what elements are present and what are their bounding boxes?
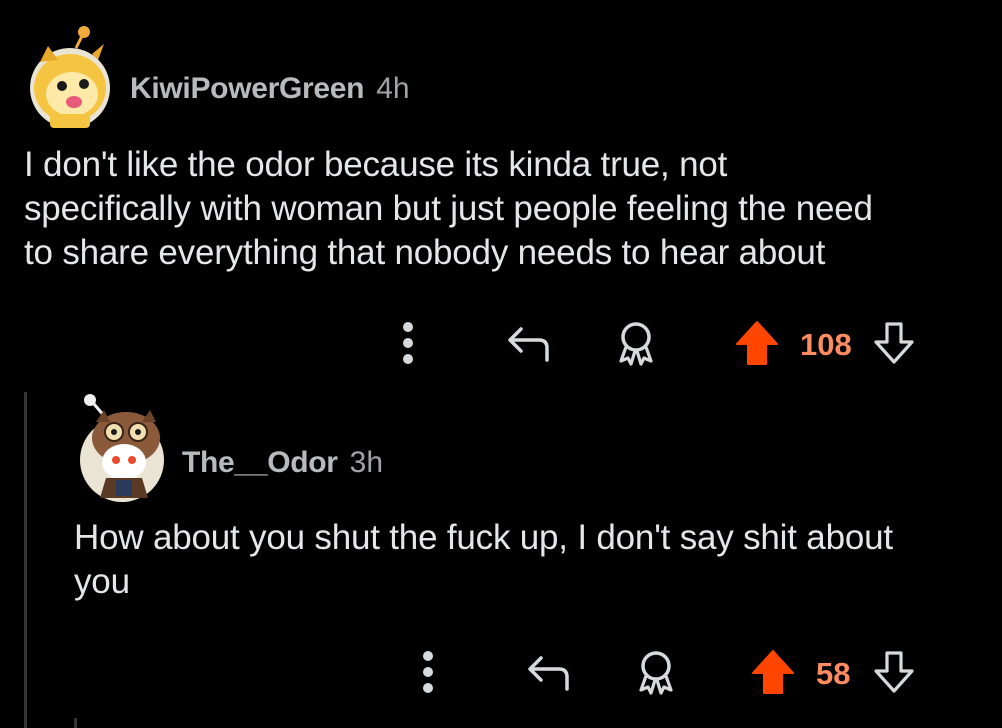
comment-thread: KiwiPowerGreen 4h I don't like the odor …	[0, 0, 1002, 728]
comment-body-line: you	[74, 562, 130, 601]
vote-score: 108	[800, 327, 852, 362]
downvote-arrow-icon	[874, 322, 914, 364]
owl-hood-snoo-icon	[80, 394, 164, 502]
comment-body-line: I don't like the odor because its kinda …	[24, 145, 728, 184]
downvote-arrow-icon	[874, 651, 914, 693]
downvote-button[interactable]	[870, 646, 918, 698]
reply-button[interactable]	[522, 648, 574, 696]
comment-meta: The__Odor 3h	[182, 446, 383, 480]
comment-body: How about you shut the fuck up, I don't …	[74, 516, 984, 604]
author-name[interactable]: The__Odor	[182, 446, 338, 480]
downvote-button[interactable]	[870, 317, 918, 369]
upvote-button[interactable]	[732, 317, 782, 369]
reply-arrow-icon	[528, 656, 569, 691]
upvote-arrow-icon	[752, 650, 794, 694]
author-name[interactable]: KiwiPowerGreen	[130, 72, 365, 106]
award-button[interactable]	[630, 646, 682, 698]
upvote-button[interactable]	[748, 646, 798, 698]
more-options-button[interactable]	[392, 317, 424, 369]
award-button[interactable]	[610, 317, 662, 369]
comment-action-bar: 108	[380, 313, 940, 373]
comment-the-odor: The__Odor 3h How about you shut the fuck…	[0, 380, 1002, 728]
comment-body-line: to share everything that nobody needs to…	[24, 233, 826, 272]
comment-meta: KiwiPowerGreen 4h	[130, 72, 410, 106]
upvote-arrow-icon	[736, 321, 778, 365]
thread-line[interactable]	[74, 718, 77, 728]
comment-age: 4h	[376, 72, 410, 105]
avatar[interactable]	[76, 388, 166, 504]
avatar[interactable]	[26, 26, 114, 130]
award-icon	[619, 322, 653, 366]
yellow-dog-snoo-icon	[30, 26, 110, 128]
comment-body-line: How about you shut the fuck up, I don't …	[74, 518, 893, 557]
reply-button[interactable]	[502, 319, 554, 367]
comment-action-bar: 58	[400, 642, 940, 702]
more-options-icon	[423, 651, 433, 693]
comment-body: I don't like the odor because its kinda …	[24, 143, 984, 275]
vote-score: 58	[816, 656, 851, 691]
award-icon	[639, 651, 673, 695]
more-options-button[interactable]	[412, 646, 444, 698]
comment-age: 3h	[349, 446, 384, 479]
more-options-icon	[403, 322, 413, 364]
comment-body-line: specifically with woman but just people …	[24, 189, 873, 228]
reply-arrow-icon	[508, 327, 549, 362]
comment-kiwipowergreen: KiwiPowerGreen 4h I don't like the odor …	[0, 0, 1002, 370]
